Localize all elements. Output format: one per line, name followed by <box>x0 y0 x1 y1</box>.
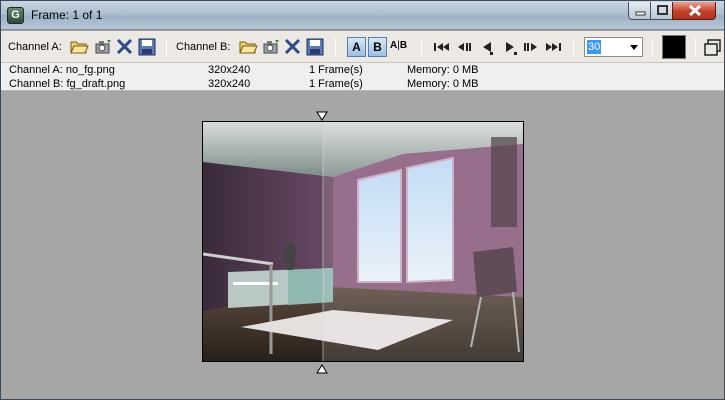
copy-window-icon <box>704 39 721 56</box>
window-copy-button[interactable] <box>704 37 722 57</box>
minimize-icon <box>635 11 646 16</box>
play-reverse-icon <box>483 42 493 55</box>
toolbar-separator <box>652 38 653 56</box>
toolbar-separator <box>695 38 696 56</box>
go-to-start-button[interactable] <box>432 37 452 57</box>
camera-icon <box>95 40 111 54</box>
go-to-start-icon <box>434 43 449 51</box>
channel-b-resolution: 320x240 <box>208 78 251 90</box>
open-channel-b-button[interactable] <box>238 37 258 57</box>
camera-icon <box>263 40 279 54</box>
channel-info-panel: Channel A: no_fg.png 320x240 1 Frame(s) … <box>1 63 724 91</box>
clear-channel-a-button[interactable] <box>115 37 135 57</box>
open-folder-icon <box>239 41 258 54</box>
channel-a-frames: 1 Frame(s) <box>309 64 363 76</box>
channel-b-toggle[interactable]: B <box>368 37 387 57</box>
channel-a-label: Channel A: <box>8 41 62 53</box>
split-right-letter: B <box>399 40 408 51</box>
channel-b-memory: Memory: 0 MB <box>407 78 479 90</box>
app-icon[interactable]: G <box>7 7 24 24</box>
camera-channel-b-button[interactable] <box>261 37 281 57</box>
channel-a-toggle[interactable]: A <box>347 37 366 57</box>
frame-rate-value: 30 <box>587 40 602 54</box>
save-icon <box>306 38 324 56</box>
play-button[interactable] <box>500 37 520 57</box>
frame-rate-dropdown[interactable]: 30 <box>584 37 643 57</box>
ram-player-window: G Frame: 1 of 1 Channel A: Channel B: A … <box>0 0 725 400</box>
save-channel-a-button[interactable] <box>137 37 157 57</box>
clear-channel-b-button[interactable] <box>283 37 303 57</box>
minimize-button[interactable] <box>628 2 651 20</box>
split-marker-top-icon[interactable] <box>316 111 328 121</box>
play-icon <box>506 42 517 55</box>
maximize-button[interactable] <box>650 2 673 20</box>
save-icon <box>138 38 156 56</box>
prev-frame-button[interactable] <box>455 37 475 57</box>
save-channel-b-button[interactable] <box>305 37 325 57</box>
split-marker-bottom-icon[interactable] <box>316 364 328 374</box>
channel-a-resolution: 320x240 <box>208 64 251 76</box>
channel-a-memory: Memory: 0 MB <box>407 64 479 76</box>
toolbar-separator <box>421 38 422 56</box>
split-screen-toggle[interactable]: A|B <box>390 40 407 51</box>
toolbar: Channel A: Channel B: A B A|B 30 <box>1 31 724 63</box>
clear-icon <box>116 38 133 55</box>
open-channel-a-button[interactable] <box>69 37 89 57</box>
image-display-area[interactable] <box>1 92 724 399</box>
open-folder-icon <box>70 41 89 54</box>
channel-b-info-row: Channel B: fg_draft.png 320x240 1 Frame(… <box>1 77 724 91</box>
channel-a-filename: Channel A: no_fg.png <box>9 64 115 76</box>
chevron-down-icon <box>630 45 638 50</box>
next-frame-button[interactable] <box>521 37 541 57</box>
camera-channel-a-button[interactable] <box>93 37 113 57</box>
rendered-image <box>202 121 524 362</box>
channel-b-frames: 1 Frame(s) <box>309 78 363 90</box>
channel-b-filename: Channel B: fg_draft.png <box>9 78 126 90</box>
toolbar-separator <box>573 38 574 56</box>
background-color-swatch[interactable] <box>662 35 686 59</box>
go-to-end-icon <box>546 43 561 51</box>
maximize-icon <box>657 5 668 15</box>
play-reverse-button[interactable] <box>478 37 498 57</box>
go-to-end-button[interactable] <box>543 37 563 57</box>
prev-frame-icon <box>458 43 471 51</box>
clear-icon <box>284 38 301 55</box>
window-title: Frame: 1 of 1 <box>31 8 103 22</box>
toolbar-separator <box>166 38 167 56</box>
close-button[interactable] <box>672 2 716 20</box>
next-frame-icon <box>524 43 537 51</box>
channel-b-label: Channel B: <box>176 41 231 53</box>
room-render-image <box>203 122 523 361</box>
channel-a-info-row: Channel A: no_fg.png 320x240 1 Frame(s) … <box>1 63 724 77</box>
title-bar[interactable]: G Frame: 1 of 1 <box>1 1 724 30</box>
app-icon-letter: G <box>11 9 20 21</box>
close-icon <box>688 4 702 17</box>
toolbar-separator <box>335 38 336 56</box>
